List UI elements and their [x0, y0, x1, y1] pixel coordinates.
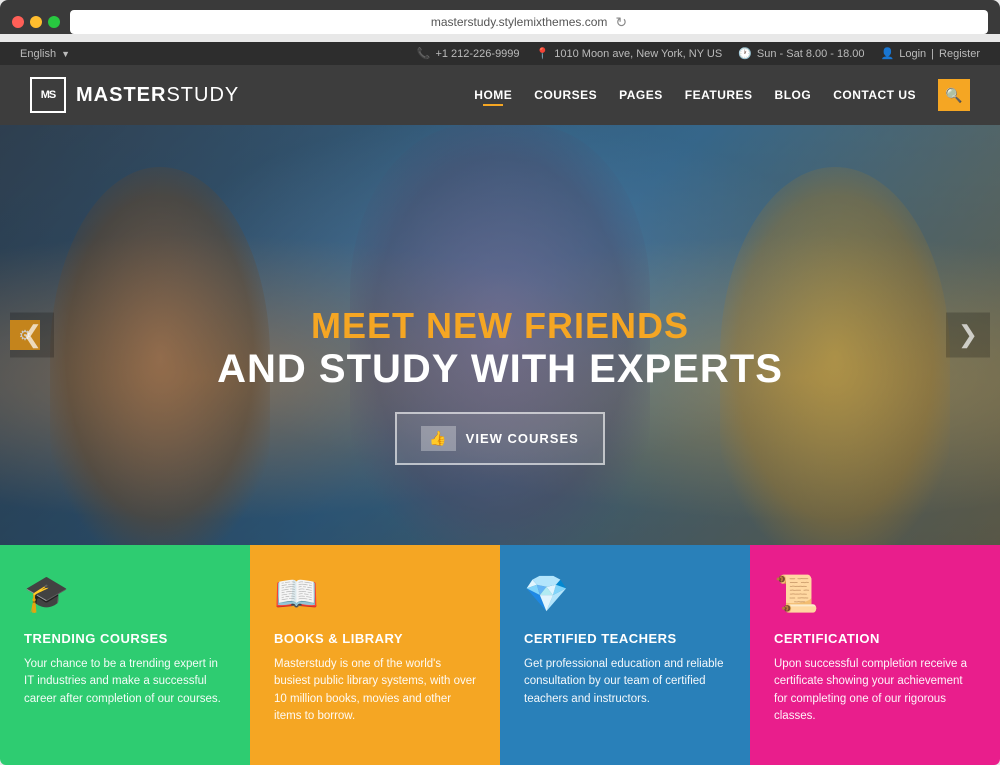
- nav-contact[interactable]: CONTACT US: [833, 88, 916, 102]
- nav-home[interactable]: HOME: [474, 88, 512, 102]
- top-bar: English ▼ 📞 +1 212-226-9999 📍 1010 Moon …: [0, 42, 1000, 65]
- logo-initials: MS: [41, 89, 56, 101]
- teachers-desc: Get professional education and reliable …: [524, 656, 726, 708]
- language-label: English: [20, 48, 56, 60]
- thumbs-up-icon: 👍: [421, 426, 455, 451]
- hours-info: 🕐 Sun - Sat 8.00 - 18.00: [738, 47, 864, 60]
- feature-teachers: 💎 CERTIFIED TEACHERS Get professional ed…: [500, 545, 750, 765]
- hero-content: MEET NEW FRIENDS AND STUDY WITH EXPERTS …: [200, 305, 800, 465]
- search-button[interactable]: 🔍: [938, 79, 970, 111]
- feature-certification: 📜 CERTIFICATION Upon successful completi…: [750, 545, 1000, 765]
- certification-desc: Upon successful completion receive a cer…: [774, 656, 976, 725]
- logo-text: MASTERSTUDY: [76, 84, 239, 107]
- person-icon: 👤: [881, 47, 895, 60]
- hero-headline-2: AND STUDY WITH EXPERTS: [200, 347, 800, 392]
- nav-pages[interactable]: PAGES: [619, 88, 663, 102]
- register-link[interactable]: Register: [939, 48, 980, 60]
- site-header: MS MASTERSTUDY HOME COURSES PAGES FEATUR…: [0, 65, 1000, 125]
- certification-title: CERTIFICATION: [774, 631, 976, 646]
- phone-icon: 📞: [417, 47, 431, 60]
- minimize-button[interactable]: [30, 16, 42, 28]
- logo-box: MS: [30, 77, 66, 113]
- site-url: masterstudy.stylemixthemes.com: [431, 15, 608, 29]
- nav-blog[interactable]: BLOG: [775, 88, 812, 102]
- hero-arrow-right[interactable]: ❯: [946, 313, 990, 358]
- feature-trending: 🎓 TRENDING COURSES Your chance to be a t…: [0, 545, 250, 765]
- phone-number: +1 212-226-9999: [435, 48, 519, 60]
- browser-window: masterstudy.stylemixthemes.com ↻: [0, 0, 1000, 34]
- library-desc: Masterstudy is one of the world's busies…: [274, 656, 476, 725]
- view-courses-label: VIEW COURSES: [466, 431, 579, 446]
- auth-links: 👤 Login | Register: [881, 47, 980, 60]
- nav-courses[interactable]: COURSES: [534, 88, 597, 102]
- clock-icon: 🕐: [738, 47, 752, 60]
- hero-headline-1: MEET NEW FRIENDS: [200, 305, 800, 347]
- trending-icon: 🎓: [24, 573, 226, 615]
- main-nav: HOME COURSES PAGES FEATURES BLOG CONTACT…: [474, 79, 970, 111]
- hours-text: Sun - Sat 8.00 - 18.00: [757, 48, 865, 60]
- traffic-lights: [12, 16, 60, 28]
- feature-library: 📖 BOOKS & LIBRARY Masterstudy is one of …: [250, 545, 500, 765]
- language-selector[interactable]: English ▼: [20, 48, 70, 60]
- refresh-icon[interactable]: ↻: [615, 14, 627, 31]
- logo[interactable]: MS MASTERSTUDY: [30, 77, 239, 113]
- logo-bold: MASTER: [76, 84, 166, 106]
- logo-light: STUDY: [166, 84, 239, 106]
- features-section: 🎓 TRENDING COURSES Your chance to be a t…: [0, 545, 1000, 765]
- hero-section: ⚙ MEET NEW FRIENDS AND STUDY WITH EXPERT…: [0, 125, 1000, 545]
- teachers-title: CERTIFIED TEACHERS: [524, 631, 726, 646]
- login-link[interactable]: Login: [899, 48, 926, 60]
- auth-separator: |: [931, 48, 934, 60]
- library-title: BOOKS & LIBRARY: [274, 631, 476, 646]
- top-bar-right: 📞 +1 212-226-9999 📍 1010 Moon ave, New Y…: [417, 47, 980, 60]
- teachers-icon: 💎: [524, 573, 726, 615]
- trending-desc: Your chance to be a trending expert in I…: [24, 656, 226, 708]
- address-info: 📍 1010 Moon ave, New York, NY US: [536, 47, 723, 60]
- browser-controls: masterstudy.stylemixthemes.com ↻: [12, 10, 988, 34]
- top-bar-left: English ▼: [20, 48, 70, 60]
- nav-features[interactable]: FEATURES: [685, 88, 753, 102]
- left-arrow-icon: ❮: [22, 322, 42, 349]
- address-bar[interactable]: masterstudy.stylemixthemes.com ↻: [70, 10, 988, 34]
- phone-info: 📞 +1 212-226-9999: [417, 47, 520, 60]
- location-icon: 📍: [536, 47, 550, 60]
- library-icon: 📖: [274, 573, 476, 615]
- close-button[interactable]: [12, 16, 24, 28]
- maximize-button[interactable]: [48, 16, 60, 28]
- certification-icon: 📜: [774, 573, 976, 615]
- right-arrow-icon: ❯: [958, 322, 978, 349]
- trending-title: TRENDING COURSES: [24, 631, 226, 646]
- view-courses-button[interactable]: 👍 VIEW COURSES: [395, 412, 605, 465]
- language-dropdown-arrow: ▼: [61, 49, 70, 59]
- hero-arrow-left[interactable]: ❮: [10, 313, 54, 358]
- address-text: 1010 Moon ave, New York, NY US: [554, 48, 722, 60]
